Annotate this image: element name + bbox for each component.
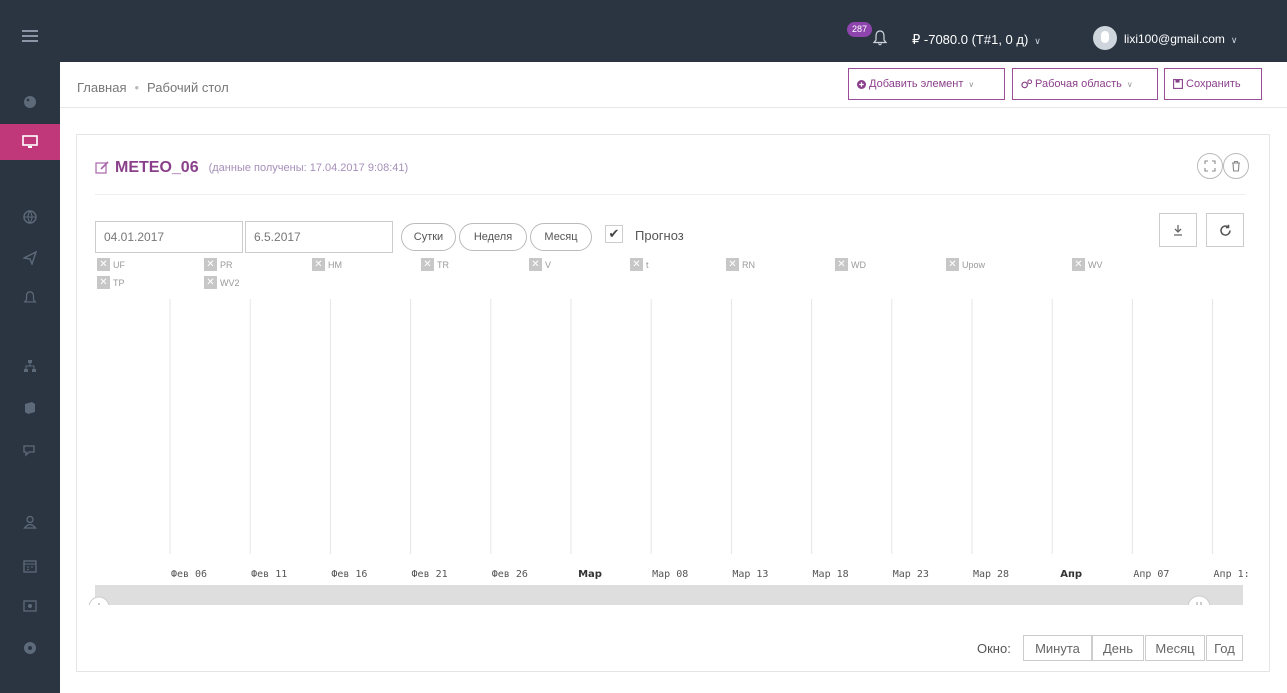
- send-icon: [23, 251, 37, 265]
- sidebar: [0, 62, 60, 693]
- x-tick-label: Фев 21: [412, 569, 448, 580]
- navigator-track[interactable]: [95, 585, 1243, 605]
- x-tick-label: Фев 26: [492, 569, 528, 580]
- workspace-label: Рабочая область: [1035, 78, 1122, 90]
- calendar-icon: [23, 560, 37, 573]
- chevron-down-icon: ∨: [1126, 79, 1133, 89]
- menu-icon[interactable]: [22, 30, 38, 42]
- chevron-down-icon: ∨: [1034, 36, 1041, 46]
- add-element-label: Добавить элемент: [869, 78, 964, 90]
- breadcrumb-current: Рабочий стол: [147, 80, 229, 95]
- notifications-button[interactable]: 287: [847, 22, 892, 50]
- save-button[interactable]: Сохранить: [1164, 68, 1262, 100]
- x-tick-label: Апр 1:: [1214, 569, 1250, 580]
- x-tick-label: Мар 28: [973, 569, 1009, 580]
- window-minute-button[interactable]: Минута: [1023, 635, 1092, 661]
- window-year-button[interactable]: Год: [1206, 635, 1243, 661]
- sidebar-item-desktop[interactable]: [0, 124, 60, 160]
- x-tick-label: Мар 13: [732, 569, 768, 580]
- palette-icon: [24, 96, 36, 108]
- sidebar-item-alerts[interactable]: [0, 280, 60, 316]
- chevron-down-icon: ∨: [1230, 35, 1238, 45]
- x-tick-label: Фев 11: [251, 569, 287, 580]
- chevron-down-icon: ∨: [968, 79, 975, 89]
- x-tick-label: Апр: [1060, 569, 1082, 580]
- balance-dropdown[interactable]: ₽ -7080.0 (T#1, 0 д) ∨: [912, 32, 1041, 48]
- bell-icon: [23, 291, 37, 303]
- sidebar-item-users[interactable]: [0, 504, 60, 540]
- sitemap-icon: [24, 360, 36, 372]
- breadcrumb-home[interactable]: Главная: [77, 80, 126, 95]
- x-tick-label: Фев 16: [331, 569, 367, 580]
- chart-plot: Фев 06 Фев 11 Фев 16 Фев 21 Фев 26 Мар Мар 08 М…: [88, 299, 1250, 605]
- notifications-badge: 287: [847, 22, 873, 37]
- gears-icon: [1021, 79, 1032, 89]
- monitor-icon: [22, 135, 38, 148]
- sidebar-item-dashboard[interactable]: [0, 84, 60, 120]
- save-label: Сохранить: [1186, 78, 1241, 90]
- sidebar-item-help[interactable]: [0, 630, 60, 666]
- x-tick-label: Мар 23: [893, 569, 929, 580]
- x-tick-label: Мар 08: [652, 569, 688, 580]
- help-icon: [24, 642, 36, 654]
- balance-value: ₽ -7080.0 (T#1, 0 д): [912, 32, 1029, 47]
- user-icon: [23, 515, 37, 529]
- add-element-button[interactable]: Добавить элемент ∨: [848, 68, 1005, 100]
- sidebar-item-calendar[interactable]: [0, 548, 60, 584]
- breadcrumb-separator: •: [134, 80, 140, 95]
- chat-icon: [23, 445, 35, 457]
- breadcrumb: Главная • Рабочий стол: [77, 80, 229, 95]
- x-tick-label: Фев 06: [171, 569, 207, 580]
- bell-icon: [873, 30, 887, 46]
- workspace-button[interactable]: Рабочая область ∨: [1012, 68, 1158, 100]
- sidebar-item-globe[interactable]: [0, 199, 60, 235]
- user-menu[interactable]: lixi100@gmail.com ∨: [1124, 32, 1237, 46]
- meteo-widget: METEO_06 (данные получены: 17.04.2017 9:…: [76, 134, 1270, 672]
- sidebar-item-database[interactable]: [0, 390, 60, 426]
- sidebar-item-messages[interactable]: [0, 432, 60, 468]
- plus-circle-icon: [857, 79, 866, 89]
- image-icon: [23, 600, 37, 612]
- save-icon: [1173, 79, 1183, 89]
- window-label: Окно:: [977, 641, 1011, 656]
- database-icon: [25, 402, 35, 414]
- sidebar-item-send[interactable]: [0, 240, 60, 276]
- x-tick-label: Мар 18: [813, 569, 849, 580]
- sidebar-item-media[interactable]: [0, 588, 60, 624]
- avatar[interactable]: [1093, 26, 1117, 50]
- window-month-button[interactable]: Месяц: [1145, 635, 1205, 661]
- window-day-button[interactable]: День: [1092, 635, 1144, 661]
- globe-icon: [23, 210, 37, 224]
- user-email: lixi100@gmail.com: [1124, 32, 1225, 46]
- x-tick-label: Апр 07: [1133, 569, 1169, 580]
- sidebar-item-sitemap[interactable]: [0, 348, 60, 384]
- x-tick-label: Мар: [578, 569, 602, 580]
- top-bar: 287 ₽ -7080.0 (T#1, 0 д) ∨ lixi100@gmail.…: [0, 0, 1287, 62]
